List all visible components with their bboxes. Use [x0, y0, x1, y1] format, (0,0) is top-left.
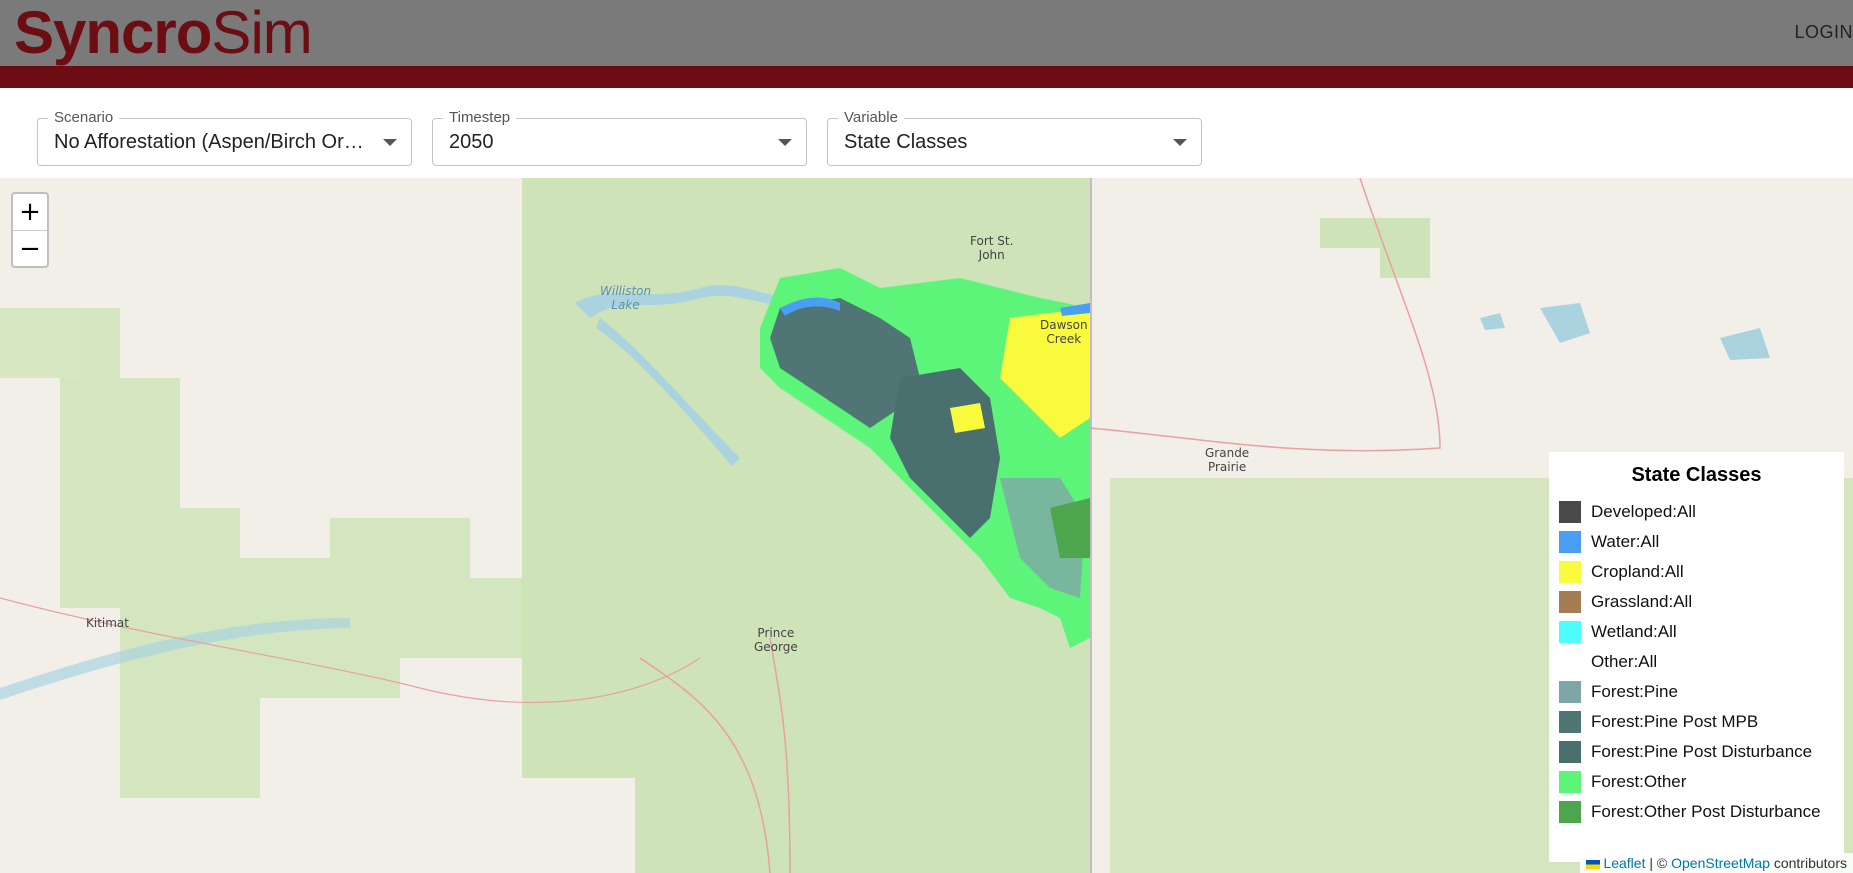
legend-swatch — [1559, 681, 1581, 703]
legend-label: Forest:Pine — [1591, 682, 1678, 701]
legend-swatch — [1559, 711, 1581, 733]
legend-swatch — [1559, 531, 1581, 553]
legend-label: Grassland:All — [1591, 592, 1693, 611]
zoom-out-button[interactable]: − — [13, 231, 47, 267]
chevron-down-icon — [383, 139, 397, 146]
zoom-in-button[interactable]: + — [13, 194, 47, 231]
timestep-label: Timestep — [443, 109, 517, 126]
legend-label: Wetland:All — [1591, 622, 1677, 641]
variable-select[interactable]: Variable State Classes — [827, 109, 1202, 166]
legend-item: Developed:All — [1559, 497, 1834, 527]
legend-item: Grassland:All — [1559, 587, 1834, 617]
legend-item: Forest:Other Post Disturbance — [1559, 797, 1834, 827]
legend-label: Forest:Pine Post Disturbance — [1591, 742, 1813, 761]
variable-value: State Classes — [844, 131, 968, 153]
legend-swatch — [1559, 501, 1581, 523]
scenario-label: Scenario — [48, 109, 120, 126]
scenario-value: No Afforestation (Aspen/Birch Or… — [54, 131, 364, 153]
openstreetmap-link[interactable]: OpenStreetMap — [1671, 855, 1770, 871]
legend-label: Water:All — [1591, 532, 1660, 551]
map-attribution: Leaflet | © OpenStreetMap contributors — [1580, 853, 1853, 873]
chevron-down-icon — [778, 139, 792, 146]
legend-swatch — [1559, 591, 1581, 613]
legend-label: Forest:Pine Post MPB — [1591, 712, 1759, 731]
timestep-value: 2050 — [449, 131, 494, 153]
place-label-kitimat: Kitimat — [86, 616, 129, 630]
legend-item: Wetland:All — [1559, 617, 1834, 647]
logo-thin-text: Sim — [211, 0, 312, 66]
variable-label: Variable — [838, 109, 904, 126]
app-header: SyncroSim LOGIN — [0, 0, 1853, 66]
legend-title: State Classes — [1631, 464, 1762, 486]
legend-swatch — [1559, 651, 1581, 673]
legend-swatch — [1559, 561, 1581, 583]
logo-bold-text: Syncro — [14, 0, 212, 66]
leaflet-link[interactable]: Leaflet — [1603, 855, 1645, 871]
legend-label: Forest:Other — [1591, 772, 1687, 791]
attribution-separator: | © — [1645, 855, 1672, 871]
syncrosim-logo[interactable]: SyncroSim — [14, 0, 313, 66]
controls-bar: Scenario No Afforestation (Aspen/Birch O… — [0, 88, 1853, 178]
legend-label: Forest:Other Post Disturbance — [1591, 802, 1821, 821]
place-label-prince-george: Prince George — [754, 626, 798, 654]
chevron-down-icon — [1173, 139, 1187, 146]
place-label-dawson-creek: Dawson Creek — [1040, 318, 1088, 346]
legend-item: Forest:Pine Post MPB — [1559, 707, 1834, 737]
place-label-williston-lake: Williston Lake — [600, 284, 652, 312]
map-legend: State Classes Developed:All Water:All Crop… — [1549, 452, 1844, 862]
login-button[interactable]: LOGIN — [1794, 22, 1853, 43]
legend-item: Other:All — [1559, 647, 1834, 677]
legend-swatch — [1559, 801, 1581, 823]
zoom-control: + − — [11, 192, 49, 268]
legend-item: Cropland:All — [1559, 557, 1834, 587]
place-label-fort-st-john: Fort St. John — [970, 234, 1014, 262]
legend-swatch — [1559, 621, 1581, 643]
attribution-suffix: contributors — [1769, 855, 1847, 871]
scenario-select[interactable]: Scenario No Afforestation (Aspen/Birch O… — [37, 109, 412, 166]
legend-item: Forest:Pine — [1559, 677, 1834, 707]
legend-item: Forest:Other — [1559, 767, 1834, 797]
legend-label: Developed:All — [1591, 502, 1696, 521]
header-accent-bar — [0, 66, 1853, 88]
legend-item: Water:All — [1559, 527, 1834, 557]
legend-swatch — [1559, 741, 1581, 763]
ukraine-flag-icon — [1586, 859, 1601, 869]
legend-label: Cropland:All — [1591, 562, 1684, 581]
timestep-select[interactable]: Timestep 2050 — [432, 109, 807, 166]
place-label-grande-prairie: Grande Prairie — [1205, 446, 1250, 474]
map-viewport[interactable]: Fort St. John Williston Lake Dawson Cree… — [0, 178, 1853, 873]
legend-item: Forest:Pine Post Disturbance — [1559, 737, 1834, 767]
legend-label: Other:All — [1591, 652, 1658, 671]
legend-swatch — [1559, 771, 1581, 793]
